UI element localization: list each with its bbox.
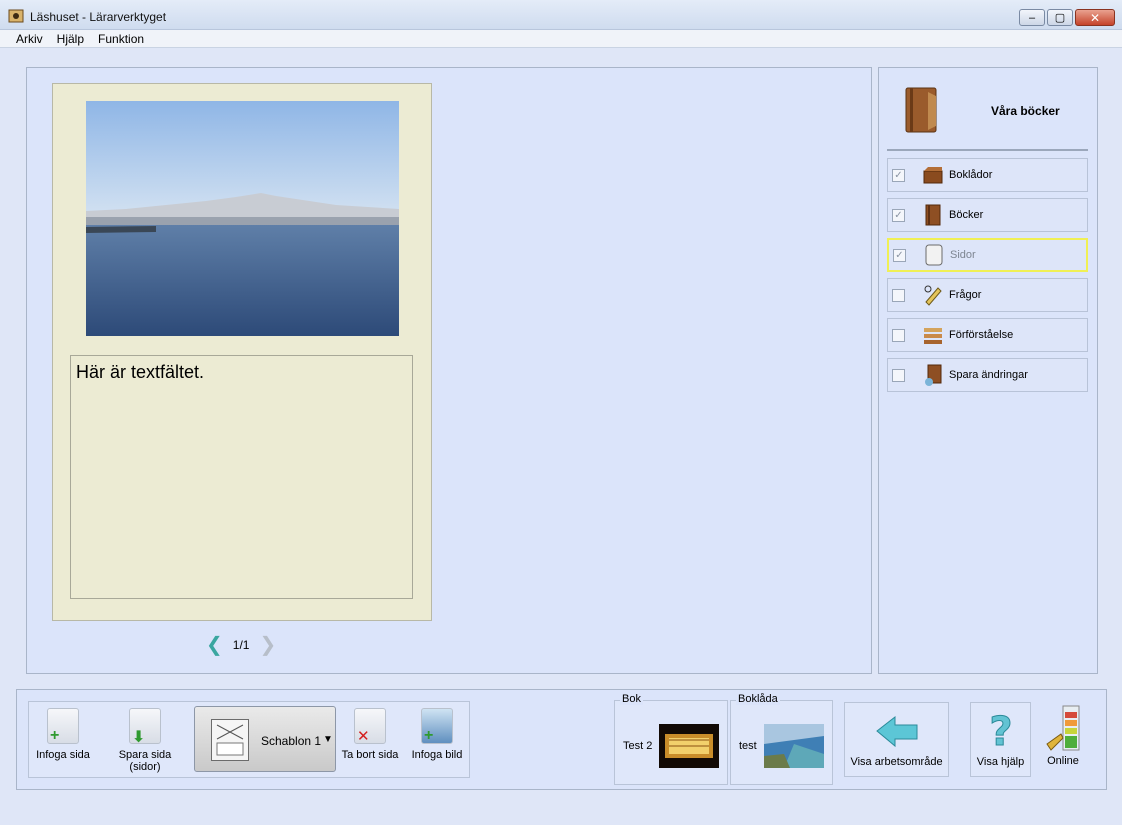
save-page-label: Spara sida (sidor): [118, 749, 172, 773]
menu-arkiv[interactable]: Arkiv: [9, 30, 50, 47]
online-label: Online: [1047, 755, 1079, 767]
prev-page-icon[interactable]: ❮: [206, 635, 223, 655]
side-item-label: Boklådor: [949, 169, 993, 181]
online-meter-icon: [1046, 705, 1080, 751]
side-title: Våra böcker: [991, 104, 1060, 118]
checkbox[interactable]: ✓: [892, 168, 905, 182]
online-status[interactable]: Online: [1040, 704, 1086, 767]
insert-page-icon: +: [47, 708, 79, 744]
insert-page-button[interactable]: + Infoga sida: [34, 708, 92, 761]
app-icon: [8, 9, 24, 23]
checkbox[interactable]: [892, 328, 905, 342]
title-bar: Läshuset - Lärarverktyget – ▢ ✕: [0, 0, 1122, 30]
book-group-title: Bok: [620, 693, 643, 705]
maximize-icon: ▢: [1054, 12, 1066, 24]
template-icon: [211, 719, 249, 761]
show-help-label: Visa hjälp: [976, 756, 1025, 768]
side-item-spara[interactable]: Spara ändringar: [887, 358, 1088, 392]
delete-page-button[interactable]: ✕ Ta bort sida: [341, 708, 399, 761]
arrow-back-icon: [875, 715, 917, 748]
svg-text:?: ?: [989, 709, 1012, 751]
show-help-button[interactable]: ? Visa hjälp: [970, 702, 1031, 777]
side-item-boklador[interactable]: ✓ Boklådor: [887, 158, 1088, 192]
page-pager: ❮ 1/1 ❯: [206, 635, 276, 655]
box-thumbnail[interactable]: [764, 724, 824, 768]
window-title: Läshuset - Lärarverktyget: [30, 10, 167, 24]
insert-image-button[interactable]: + Infoga bild: [410, 708, 464, 761]
status-bar: [0, 811, 1122, 825]
book-icon: [905, 87, 937, 133]
side-item-bocker[interactable]: ✓ Böcker: [887, 198, 1088, 232]
side-item-label: Frågor: [949, 289, 982, 301]
menu-funktion[interactable]: Funktion: [91, 30, 151, 47]
save-book-icon: [925, 364, 942, 386]
page-number: 1/1: [232, 638, 250, 652]
template-dropdown[interactable]: Schablon 1 ▼: [194, 706, 336, 772]
box-group-title: Boklåda: [736, 693, 780, 705]
book-icon: [925, 204, 941, 226]
insert-image-icon: +: [421, 708, 453, 744]
close-icon: ✕: [1089, 10, 1101, 25]
page-text-field[interactable]: Här är textfältet.: [70, 355, 413, 599]
side-item-sidor[interactable]: ✓ Sidor: [887, 238, 1088, 272]
side-item-label: Spara ändringar: [949, 369, 1028, 381]
side-item-label: Sidor: [950, 249, 976, 261]
delete-page-label: Ta bort sida: [341, 749, 399, 761]
page-photo[interactable]: [86, 101, 399, 336]
save-page-icon: ⬇: [129, 708, 161, 746]
checkbox[interactable]: ✓: [893, 248, 906, 262]
side-list: ✓ Boklådor ✓ Böcker ✓ Sidor Frågor Förfö…: [887, 158, 1088, 398]
side-item-forforstaelse[interactable]: Förförståelse: [887, 318, 1088, 352]
book-thumbnail[interactable]: [659, 724, 719, 768]
box-name: test: [739, 740, 757, 752]
menu-hjalp[interactable]: Hjälp: [50, 30, 91, 47]
page-icon: [925, 244, 943, 266]
side-item-label: Förförståelse: [949, 329, 1014, 341]
book-name: Test 2: [623, 740, 653, 752]
side-header: Våra böcker: [887, 86, 1088, 151]
show-workspace-button[interactable]: Visa arbetsområde: [844, 702, 949, 777]
chevron-down-icon: ▼: [323, 734, 333, 745]
stack-icon: [924, 328, 942, 344]
insert-image-label: Infoga bild: [411, 749, 463, 761]
minimize-icon: –: [1028, 11, 1036, 24]
template-label: Schablon 1: [261, 734, 322, 748]
sea-photo: [86, 101, 399, 336]
show-workspace-label: Visa arbetsområde: [850, 756, 943, 768]
quiz-icon: [924, 285, 942, 306]
close-button[interactable]: ✕: [1075, 9, 1115, 26]
checkbox[interactable]: [892, 288, 905, 302]
box-icon: [923, 167, 943, 184]
insert-page-label: Infoga sida: [36, 749, 90, 761]
side-item-fragor[interactable]: Frågor: [887, 278, 1088, 312]
checkbox[interactable]: ✓: [892, 208, 905, 222]
menu-bar: Arkiv Hjälp Funktion: [0, 30, 1122, 48]
minimize-button[interactable]: –: [1019, 9, 1045, 26]
next-page-icon[interactable]: ❯: [259, 635, 276, 655]
delete-page-icon: ✕: [354, 708, 386, 745]
maximize-button[interactable]: ▢: [1047, 9, 1073, 26]
help-icon: ?: [988, 709, 1012, 756]
checkbox[interactable]: [892, 368, 905, 382]
save-page-button[interactable]: ⬇ Spara sida (sidor): [102, 708, 188, 773]
side-item-label: Böcker: [949, 209, 984, 221]
